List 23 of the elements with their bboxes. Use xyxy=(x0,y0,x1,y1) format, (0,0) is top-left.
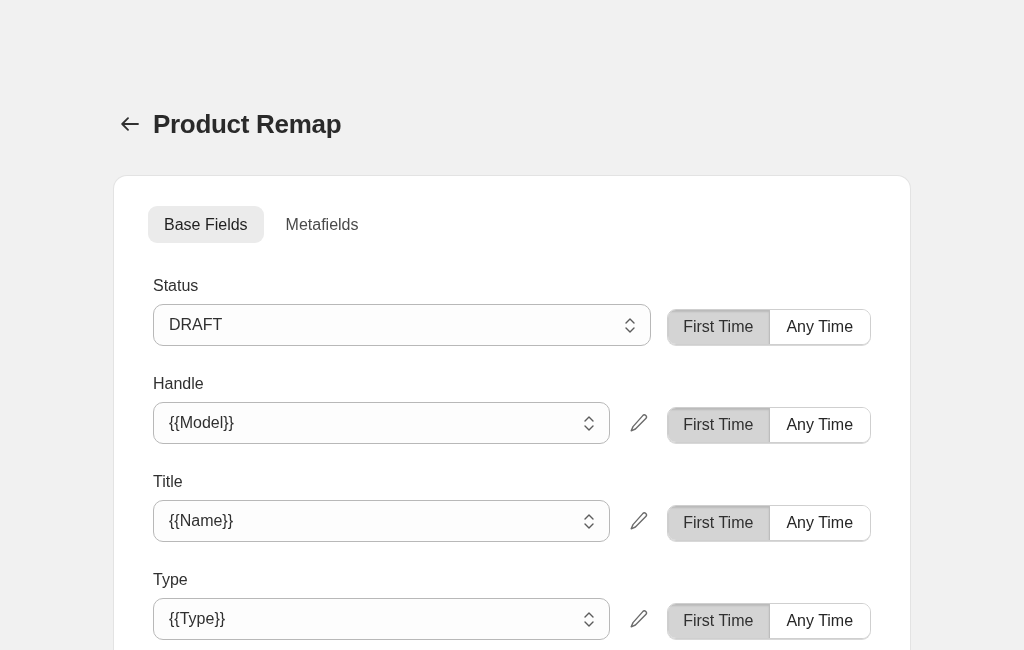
field-label: Title xyxy=(153,472,183,492)
select-field[interactable]: {{Name}} xyxy=(153,500,610,542)
select-field[interactable]: {{Type}} xyxy=(153,598,610,640)
segment-option[interactable]: First Time xyxy=(668,506,770,540)
segment-option[interactable]: First Time xyxy=(668,310,770,344)
tab[interactable]: Metafields xyxy=(269,206,375,243)
chevrons-up-down-icon xyxy=(625,317,635,333)
back-arrow-icon xyxy=(121,117,139,131)
pencil-icon xyxy=(629,610,648,628)
field-label: Handle xyxy=(153,374,204,394)
field-label: Status xyxy=(153,276,199,296)
segment-option[interactable]: First Time xyxy=(668,408,770,442)
segment-option[interactable]: First Time xyxy=(668,604,770,638)
page-title: Product Remap xyxy=(153,108,342,140)
chevrons-up-down-icon xyxy=(584,513,594,529)
pencil-icon xyxy=(629,512,648,530)
select-field[interactable]: DRAFT xyxy=(153,304,651,346)
tab[interactable]: Base Fields xyxy=(148,206,264,243)
field-label: Type xyxy=(153,570,188,590)
chevrons-up-down-icon xyxy=(584,611,594,627)
chevrons-up-down-icon xyxy=(584,415,594,431)
select-field[interactable]: {{Model}} xyxy=(153,402,610,444)
pencil-icon xyxy=(629,414,648,432)
